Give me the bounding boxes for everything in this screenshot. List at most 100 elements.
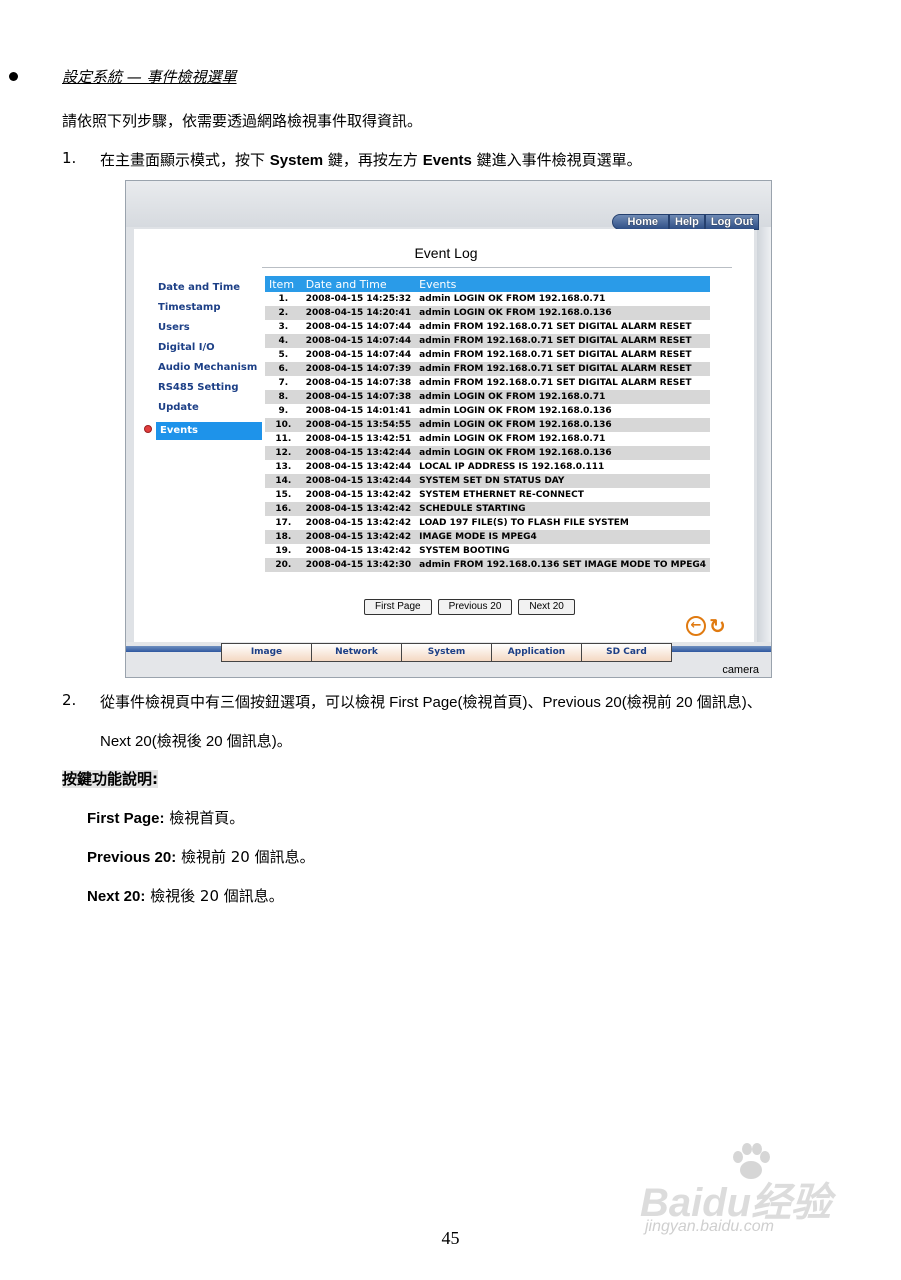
step-2-line-2: Next 20(檢視後 20 個訊息)。	[100, 733, 292, 750]
table-row: 16. 2008-04-15 13:42:42 SCHEDULE STARTING	[265, 502, 710, 516]
cell-item: 14.	[265, 474, 302, 488]
cell-event: SYSTEM SET DN STATUS DAY	[415, 474, 710, 488]
cell-date-time: 2008-04-15 13:42:42	[301, 488, 416, 502]
definition-desc: 檢視首頁。	[164, 809, 245, 827]
cell-event: admin FROM 192.168.0.71 SET DIGITAL ALAR…	[415, 348, 710, 362]
table-row: 2. 2008-04-15 14:20:41 admin LOGIN OK FROM…	[265, 306, 710, 320]
help-button[interactable]: Help	[669, 214, 705, 230]
table-row: 9. 2008-04-15 14:01:41 admin LOGIN OK FROM…	[265, 404, 710, 418]
key-heading-text: 按鍵功能說明:	[62, 770, 158, 788]
side-item-date-and-time[interactable]: Date and Time	[156, 280, 262, 300]
refresh-icon[interactable]: ↻	[709, 614, 726, 638]
side-item-users[interactable]: Users	[156, 320, 262, 340]
table-row: 17. 2008-04-15 13:42:42 LOAD 197 FILE(S) T…	[265, 516, 710, 530]
definition-term: Next 20:	[87, 888, 146, 905]
table-row: 6. 2008-04-15 14:07:39 admin FROM 192.168.…	[265, 362, 710, 376]
tab-sd-card[interactable]: SD Card	[582, 643, 672, 662]
page-number: 45	[441, 1228, 460, 1248]
cell-date-time: 2008-04-15 13:42:44	[301, 446, 416, 460]
cell-item: 9.	[265, 404, 302, 418]
step-2-number: 2.	[62, 691, 77, 709]
tab-application[interactable]: Application	[492, 643, 582, 662]
active-marker-icon	[144, 425, 152, 433]
step-1-events-key: Events	[422, 152, 472, 169]
cell-date-time: 2008-04-15 13:42:51	[301, 432, 416, 446]
side-item-rs485-setting[interactable]: RS485 Setting	[156, 380, 262, 400]
step-1-system-key: System	[269, 152, 324, 169]
cell-event: SCHEDULE STARTING	[415, 502, 710, 516]
side-item-audio-mechanism[interactable]: Audio Mechanism	[156, 360, 262, 380]
cell-item: 18.	[265, 530, 302, 544]
side-menu: Date and Time Timestamp Users Digital I/…	[156, 280, 262, 440]
cell-item: 20.	[265, 558, 302, 572]
screenshot-side-frame	[757, 227, 771, 647]
cell-event: admin FROM 192.168.0.71 SET DIGITAL ALAR…	[415, 320, 710, 334]
side-item-timestamp[interactable]: Timestamp	[156, 300, 262, 320]
cell-item: 6.	[265, 362, 302, 376]
logout-button[interactable]: Log Out	[704, 214, 759, 230]
tab-image[interactable]: Image	[221, 643, 312, 662]
event-log-screenshot: Home Help Log Out Event Log Date and Tim…	[125, 180, 772, 678]
cell-item: 15.	[265, 488, 302, 502]
title-divider	[262, 267, 732, 268]
cell-date-time: 2008-04-15 14:25:32	[301, 292, 416, 306]
step-2-line-1: 從事件檢視頁中有三個按鈕選項，可以檢視 First Page(檢視首頁)、Pre…	[100, 694, 762, 711]
side-item-events[interactable]: Events	[156, 422, 262, 440]
table-row: 8. 2008-04-15 14:07:38 admin LOGIN OK FROM…	[265, 390, 710, 404]
cell-event: admin LOGIN OK FROM 192.168.0.71	[415, 390, 710, 404]
side-item-update[interactable]: Update	[156, 400, 262, 420]
intro-text: 請依照下列步驟，依需要透過網路檢視事件取得資訊。	[62, 112, 423, 130]
definition-next-20: Next 20: 檢視後 20 個訊息。	[87, 885, 284, 906]
cell-item: 16.	[265, 502, 302, 516]
bottom-tabs: Image Network System Application SD Card	[221, 643, 672, 662]
bullet-icon	[9, 72, 18, 81]
cell-date-time: 2008-04-15 13:54:55	[301, 418, 416, 432]
definition-previous-20: Previous 20: 檢視前 20 個訊息。	[87, 846, 315, 867]
cell-item: 19.	[265, 544, 302, 558]
cell-date-time: 2008-04-15 13:42:30	[301, 558, 416, 572]
table-row: 5. 2008-04-15 14:07:44 admin FROM 192.168.…	[265, 348, 710, 362]
table-row: 11. 2008-04-15 13:42:51 admin LOGIN OK FRO…	[265, 432, 710, 446]
definition-desc: 檢視後 20 個訊息。	[145, 887, 284, 905]
back-arrow-icon[interactable]: ←	[686, 616, 706, 636]
section-title: 設定系統 — 事件檢視選單	[62, 68, 237, 86]
side-item-digital-io[interactable]: Digital I/O	[156, 340, 262, 360]
step-1-pre: 在主畫面顯示模式，按下	[100, 151, 270, 169]
cell-item: 7.	[265, 376, 302, 390]
tab-network[interactable]: Network	[312, 643, 402, 662]
top-nav: Home Help Log Out	[612, 214, 759, 230]
cell-event: LOAD 197 FILE(S) TO FLASH FILE SYSTEM	[415, 516, 710, 530]
cell-event: SYSTEM BOOTING	[415, 544, 710, 558]
cell-item: 12.	[265, 446, 302, 460]
key-heading: 按鍵功能說明:	[62, 768, 158, 789]
step-1-text: 在主畫面顯示模式，按下 System 鍵，再按左方 Events 鍵進入事件檢視…	[100, 149, 642, 170]
pagination: First Page Previous 20 Next 20	[364, 599, 575, 615]
home-button[interactable]: Home	[612, 214, 669, 230]
cell-date-time: 2008-04-15 13:42:42	[301, 544, 416, 558]
table-row: 1. 2008-04-15 14:25:32 admin LOGIN OK FROM…	[265, 292, 710, 306]
cell-event: IMAGE MODE IS MPEG4	[415, 530, 710, 544]
tab-system[interactable]: System	[402, 643, 492, 662]
step-1-mid: 鍵，再按左方	[323, 151, 423, 169]
cell-date-time: 2008-04-15 13:42:42	[301, 516, 416, 530]
cell-date-time: 2008-04-15 14:07:38	[301, 376, 416, 390]
table-row: 19. 2008-04-15 13:42:42 SYSTEM BOOTING	[265, 544, 710, 558]
brand-label: camera	[722, 664, 759, 676]
table-row: 15. 2008-04-15 13:42:42 SYSTEM ETHERNET RE…	[265, 488, 710, 502]
table-row: 12. 2008-04-15 13:42:44 admin LOGIN OK FRO…	[265, 446, 710, 460]
cell-item: 1.	[265, 292, 302, 306]
cell-event: admin LOGIN OK FROM 192.168.0.136	[415, 404, 710, 418]
cell-item: 5.	[265, 348, 302, 362]
cell-event: admin LOGIN OK FROM 192.168.0.136	[415, 418, 710, 432]
header-events: Events	[415, 276, 710, 292]
event-log-body: 1. 2008-04-15 14:25:32 admin LOGIN OK FROM…	[265, 292, 710, 572]
table-row: 7. 2008-04-15 14:07:38 admin FROM 192.168.…	[265, 376, 710, 390]
definition-desc: 檢視前 20 個訊息。	[176, 848, 315, 866]
header-date-time: Date and Time	[301, 276, 416, 292]
first-page-button[interactable]: First Page	[364, 599, 432, 615]
next-20-button[interactable]: Next 20	[518, 599, 575, 615]
cell-date-time: 2008-04-15 14:01:41	[301, 404, 416, 418]
cell-item: 10.	[265, 418, 302, 432]
cell-date-time: 2008-04-15 13:42:44	[301, 460, 416, 474]
previous-20-button[interactable]: Previous 20	[437, 599, 513, 615]
